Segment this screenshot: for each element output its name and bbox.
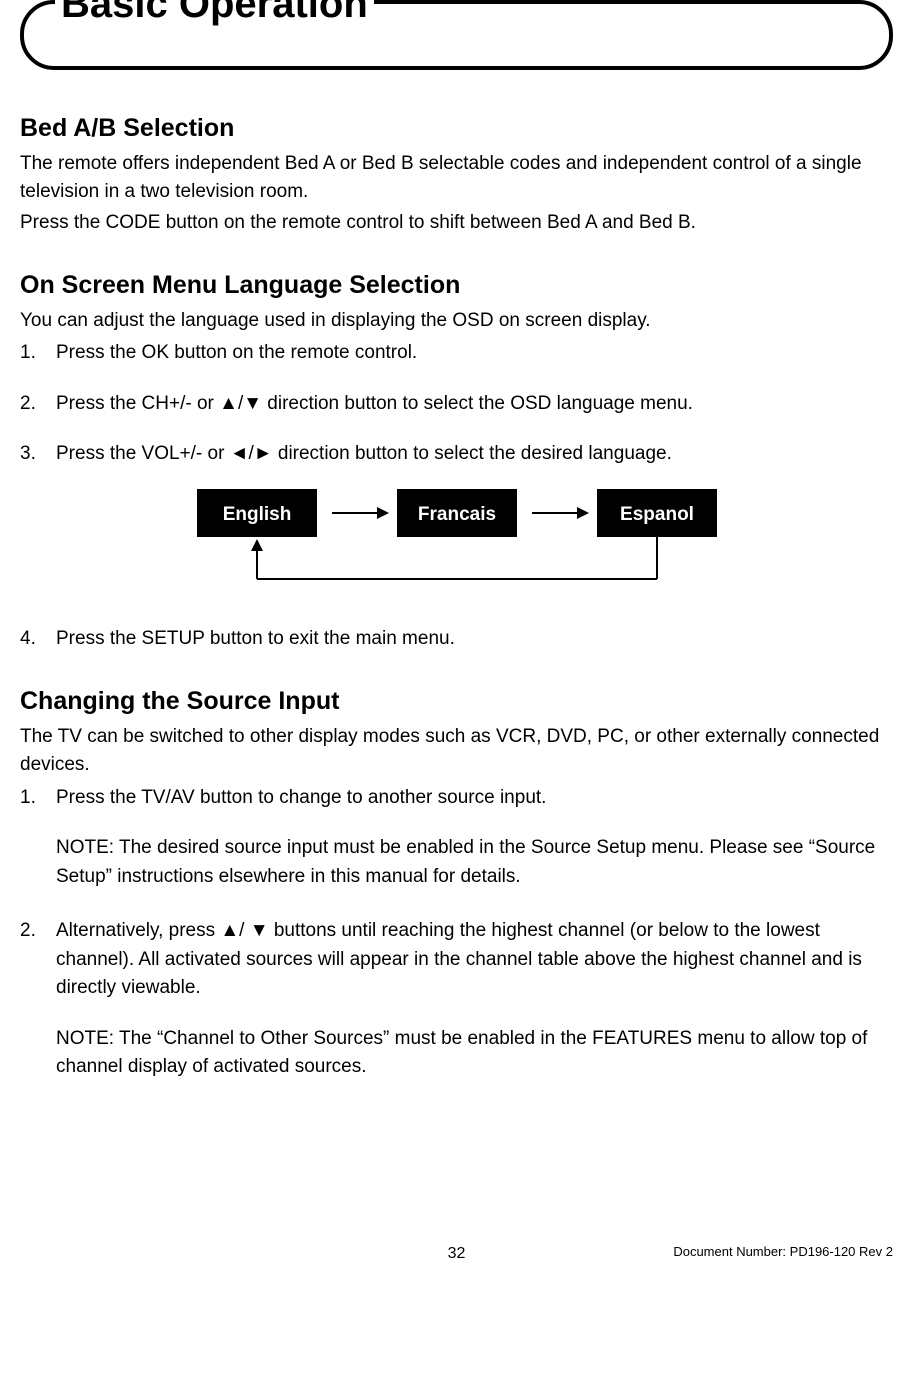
diagram-label-francais: Francais: [417, 504, 495, 525]
language-steps-list-cont: 4. Press the SETUP button to exit the ma…: [20, 625, 893, 654]
list-number: 4.: [20, 625, 56, 654]
document-number: Document Number: PD196-120 Rev 2: [673, 1242, 893, 1262]
source-steps-list: 1. Press the TV/AV button to change to a…: [20, 784, 893, 1082]
page-footer: 32 Document Number: PD196-120 Rev 2: [20, 1242, 893, 1266]
diagram-label-english: English: [222, 504, 291, 525]
note-text: NOTE: The “Channel to Other Sources” mus…: [56, 1025, 893, 1082]
note-text: NOTE: The desired source input must be e…: [56, 834, 893, 891]
list-item: 2. Alternatively, press ▲/ ▼ buttons unt…: [20, 917, 893, 1082]
diagram-label-espanol: Espanol: [620, 504, 694, 525]
list-item: 3. Press the VOL+/- or ◄/► direction but…: [20, 440, 893, 469]
list-text: Press the TV/AV button to change to anot…: [56, 784, 893, 813]
title-frame: Basic Operation: [20, 0, 893, 70]
bed-paragraph-1: The remote offers independent Bed A or B…: [20, 150, 893, 207]
lang-paragraph-1: You can adjust the language used in disp…: [20, 307, 893, 336]
list-text: Press the CH+/- or ▲/▼ direction button …: [56, 390, 893, 419]
list-text: Alternatively, press ▲/ ▼ buttons until …: [56, 917, 893, 1003]
list-number: 1.: [20, 339, 56, 368]
list-text: Press the SETUP button to exit the main …: [56, 625, 893, 654]
heading-source-input: Changing the Source Input: [20, 683, 893, 721]
heading-bed-selection: Bed A/B Selection: [20, 110, 893, 148]
list-item: 2. Press the CH+/- or ▲/▼ direction butt…: [20, 390, 893, 419]
list-item: 4. Press the SETUP button to exit the ma…: [20, 625, 893, 654]
page-title: Basic Operation: [55, 0, 374, 24]
list-number: 2.: [20, 390, 56, 419]
source-paragraph-1: The TV can be switched to other display …: [20, 723, 893, 780]
language-steps-list: 1. Press the OK button on the remote con…: [20, 339, 893, 469]
list-item: 1. Press the TV/AV button to change to a…: [20, 784, 893, 892]
list-number: 2.: [20, 917, 56, 946]
list-item: 1. Press the OK button on the remote con…: [20, 339, 893, 368]
list-number: 1.: [20, 784, 56, 813]
list-number: 3.: [20, 440, 56, 469]
language-cycle-diagram: English Francais Espanol: [20, 479, 893, 599]
heading-language-selection: On Screen Menu Language Selection: [20, 267, 893, 305]
list-text: Press the OK button on the remote contro…: [56, 339, 893, 368]
bed-paragraph-2: Press the CODE button on the remote cont…: [20, 209, 893, 238]
list-text: Press the VOL+/- or ◄/► direction button…: [56, 440, 893, 469]
